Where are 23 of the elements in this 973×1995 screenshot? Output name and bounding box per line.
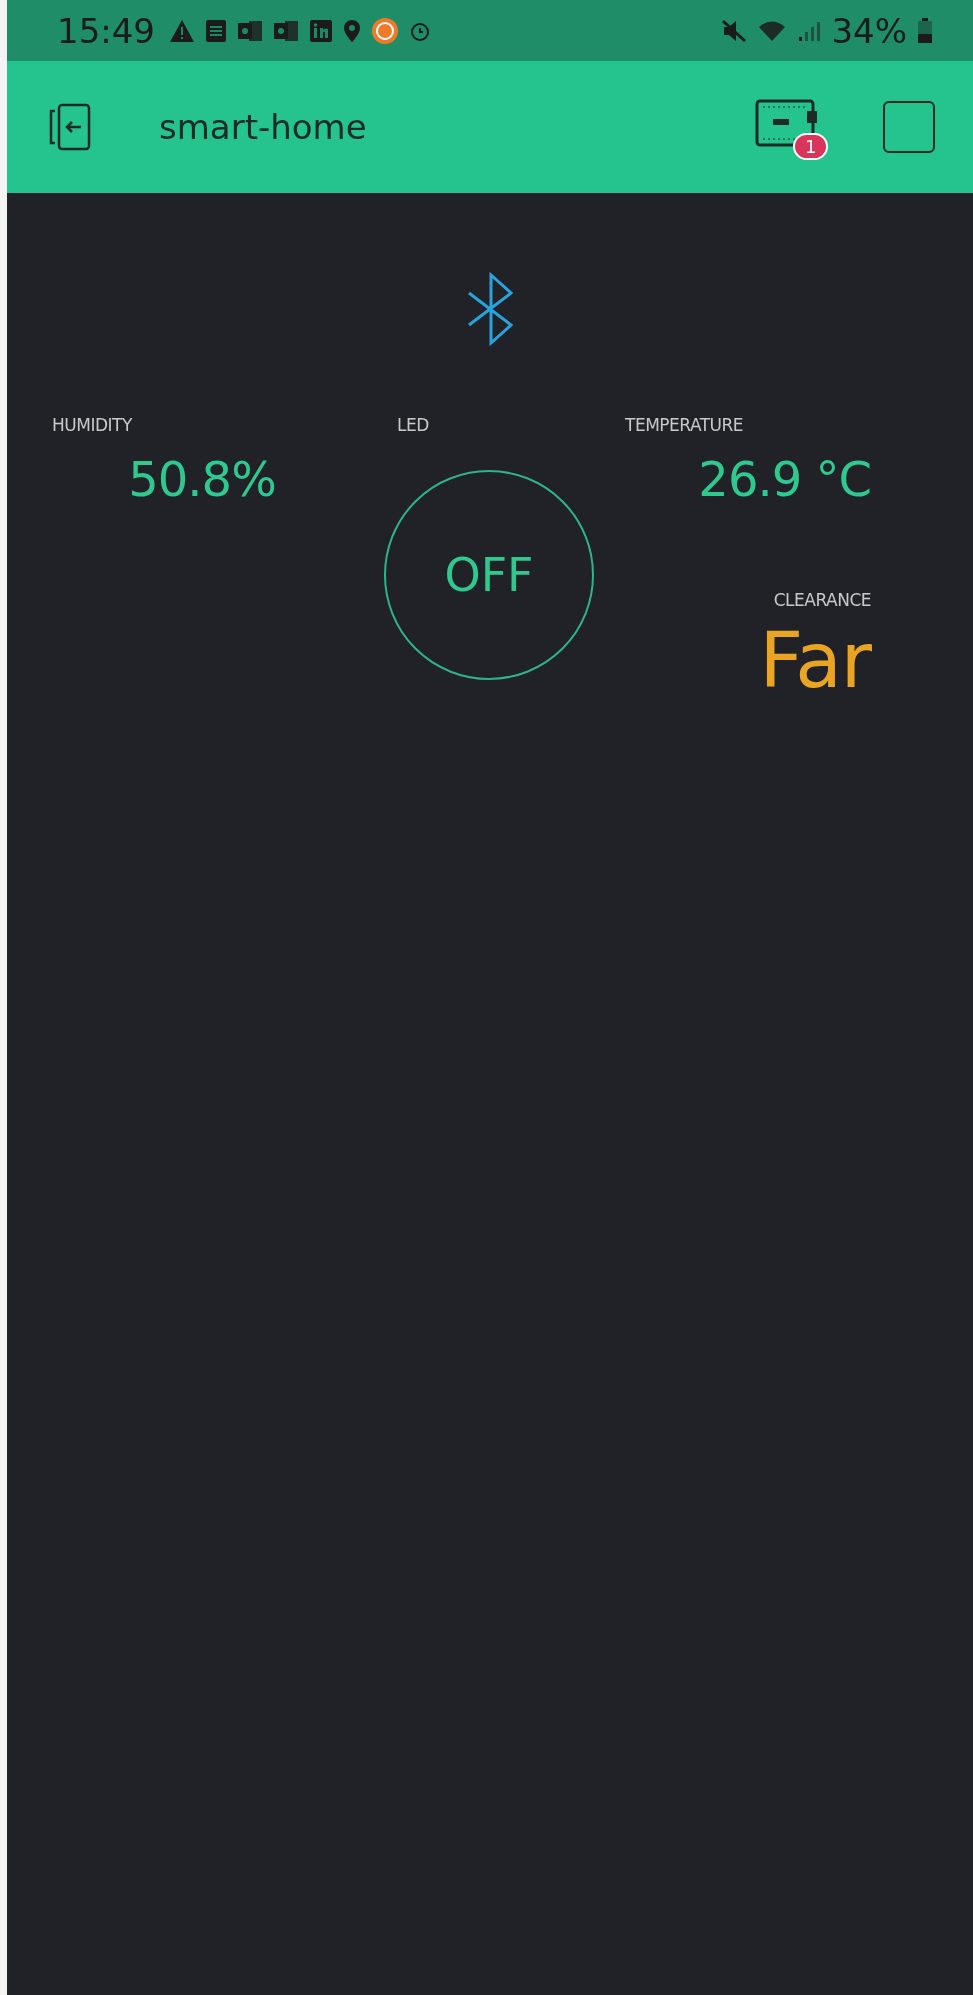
widget-label: LED	[397, 415, 430, 435]
widget-label: TEMPERATURE	[625, 415, 745, 435]
device-button[interactable]: 1	[755, 97, 831, 169]
widget-label: CLEARANCE	[773, 590, 871, 610]
battery-percent: 34%	[831, 10, 907, 51]
widget-label: HUMIDITY	[52, 415, 133, 435]
app-icon	[371, 16, 399, 45]
document-icon	[205, 18, 227, 43]
value-display: 26.9 °C	[698, 451, 871, 507]
mail-app-icon	[273, 18, 299, 43]
stop-button[interactable]	[883, 101, 935, 153]
location-icon	[343, 18, 361, 43]
value-display: Far	[759, 616, 871, 705]
value-display: 50.8%	[128, 451, 276, 507]
mute-icon	[721, 18, 748, 43]
battery-icon	[917, 17, 933, 44]
social-app-icon	[309, 18, 333, 43]
project-title: smart-home	[159, 107, 367, 147]
warning-icon	[169, 18, 195, 43]
clock-time: 15:49	[57, 10, 155, 51]
mail-app-icon	[237, 18, 263, 43]
led-toggle-button[interactable]: OFF	[384, 470, 594, 680]
notification-badge: 1	[793, 133, 829, 160]
